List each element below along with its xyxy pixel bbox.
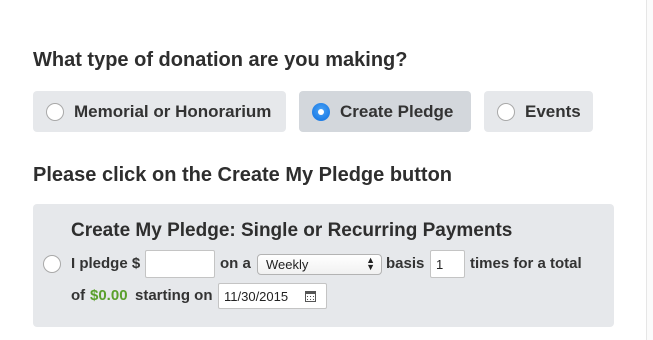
option-events[interactable]: Events <box>484 91 593 132</box>
create-pledge-label: Create Pledge <box>340 101 454 121</box>
frequency-select[interactable]: Weekly ▲ ▼ <box>257 254 382 275</box>
of-label: of <box>71 287 86 304</box>
frequency-select-value: Weekly <box>266 257 309 272</box>
option-memorial-or-honorarium[interactable]: Memorial or Honorarium <box>33 91 286 132</box>
calendar-icon[interactable] <box>305 291 316 302</box>
pledge-instruction-heading: Please click on the Create My Pledge but… <box>33 164 453 186</box>
on-a-label: on a <box>220 255 251 272</box>
page-edge-divider <box>646 0 653 340</box>
events-radio[interactable] <box>497 102 515 121</box>
donation-type-heading: What type of donation are you making? <box>33 49 408 71</box>
basis-label: basis <box>386 255 425 272</box>
start-date-input[interactable]: 11/30/2015 <box>218 283 327 309</box>
memorial-label: Memorial or Honorarium <box>74 101 272 121</box>
times-for-total-label: times for a total <box>470 255 582 272</box>
create-pledge-radio[interactable] <box>312 102 330 121</box>
memorial-radio[interactable] <box>46 102 64 121</box>
start-date-value: 11/30/2015 <box>224 288 289 304</box>
events-label: Events <box>525 101 581 121</box>
i-pledge-label: I pledge $ <box>71 255 141 272</box>
option-create-pledge[interactable]: Create Pledge <box>299 91 471 132</box>
select-caret-icon: ▲ ▼ <box>366 255 375 272</box>
times-input[interactable] <box>430 250 465 278</box>
create-my-pledge-radio[interactable] <box>43 255 61 273</box>
pledge-panel-title: Create My Pledge: Single or Recurring Pa… <box>71 220 513 241</box>
create-my-pledge-panel: Create My Pledge: Single or Recurring Pa… <box>33 204 614 327</box>
pledge-amount-input[interactable] <box>145 250 215 278</box>
starting-on-label: starting on <box>135 287 213 304</box>
total-amount: $0.00 <box>90 287 128 304</box>
donation-form: What type of donation are you making? Me… <box>0 0 653 340</box>
